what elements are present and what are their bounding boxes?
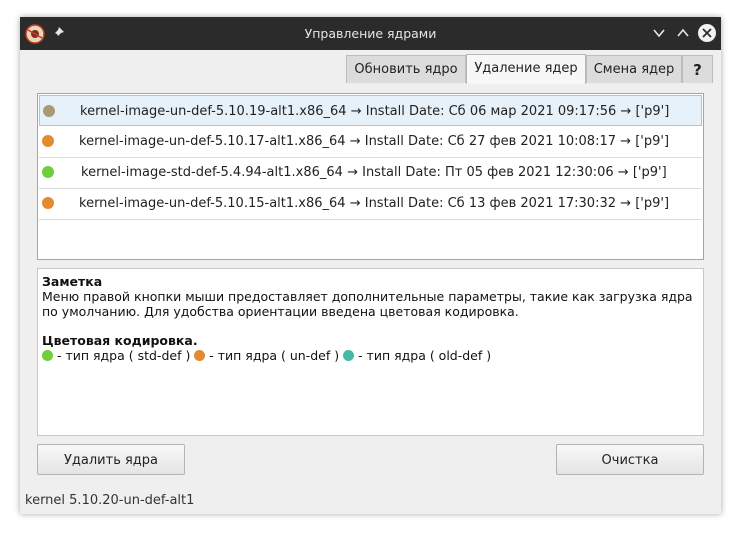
legend-std-def: - тип ядра ( std-def ): [53, 348, 195, 363]
install-date: Сб 13 фев 2021 17:30:32: [447, 196, 617, 211]
color-coding-heading: Цветовая кодировка.: [42, 333, 198, 348]
clean-button[interactable]: Очистка: [556, 444, 704, 475]
color-legend: - тип ядра ( std-def ) - тип ядра ( un-d…: [42, 348, 699, 363]
install-date-label: Install Date:: [364, 196, 444, 211]
kernel-repo: ['p9']: [632, 165, 667, 180]
note-panel: Заметка Меню правой кнопки мыши предоста…: [37, 268, 704, 436]
kernel-repo: ['p9']: [635, 134, 670, 149]
kernel-type-dot: [43, 105, 55, 117]
install-date: Пт 05 фев 2021 12:30:06: [444, 165, 614, 180]
legend-un-def: - тип ядра ( un-def ): [205, 348, 344, 363]
window-title: Управление ядрами: [304, 26, 437, 41]
std-def-dot: [42, 350, 53, 361]
kernel-type-dot: [42, 166, 54, 178]
tab-switch-kernel[interactable]: Смена ядер: [586, 55, 682, 83]
kernel-name: kernel-image-std-def-5.4.94-alt1.x86_64: [81, 165, 343, 180]
kernel-type-dot: [42, 197, 54, 209]
arrow: →: [349, 196, 361, 211]
close-icon[interactable]: [697, 23, 717, 43]
install-date: Сб 27 фев 2021 10:08:17: [447, 134, 617, 149]
install-date-label: Install Date:: [362, 165, 441, 180]
tab-help[interactable]: ?: [682, 55, 713, 83]
maximize-icon[interactable]: [674, 24, 692, 42]
tab-update-kernel[interactable]: Обновить ядро: [346, 55, 466, 83]
kernel-repo: ['p9']: [635, 104, 670, 119]
kernel-name: kernel-image-un-def-5.10.15-alt1.x86_64: [79, 196, 346, 211]
note-heading: Заметка: [42, 274, 103, 289]
note-text: Меню правой кнопки мыши предоставляет до…: [42, 289, 693, 319]
arrow: →: [350, 104, 362, 119]
kernel-manager-window: Управление ядрами Обновить ядро Удаление…: [20, 17, 721, 514]
install-date-label: Install Date:: [364, 134, 444, 149]
kernel-name: kernel-image-un-def-5.10.19-alt1.x86_64: [80, 104, 347, 119]
minimize-icon[interactable]: [650, 24, 668, 42]
install-date-label: Install Date:: [365, 104, 445, 119]
arrow: →: [349, 134, 361, 149]
arrow: →: [620, 196, 632, 211]
kernel-row[interactable]: kernel-image-un-def-5.10.15-alt1.x86_64 …: [39, 188, 702, 220]
arrow: →: [620, 134, 632, 149]
arrow: →: [617, 165, 629, 180]
kernel-row[interactable]: kernel-image-un-def-5.10.17-alt1.x86_64 …: [39, 126, 702, 158]
tab-remove-kernels[interactable]: Удаление ядер: [466, 54, 586, 84]
kernel-type-dot: [42, 135, 54, 147]
install-date: Сб 06 мар 2021 09:17:56: [448, 104, 617, 119]
kernel-list[interactable]: kernel-image-un-def-5.10.19-alt1.x86_64 …: [37, 93, 704, 260]
arrow: →: [347, 165, 358, 180]
old-def-dot: [343, 350, 355, 361]
kernel-row[interactable]: kernel-image-std-def-5.4.94-alt1.x86_64 …: [39, 157, 702, 189]
title-bar: Управление ядрами: [20, 17, 721, 50]
legend-old-def: - тип ядра ( old-def ): [354, 348, 492, 363]
un-def-dot: [194, 350, 206, 361]
arrow: →: [620, 104, 632, 119]
kernel-name: kernel-image-un-def-5.10.17-alt1.x86_64: [79, 134, 346, 149]
remove-kernels-button[interactable]: Удалить ядра: [37, 444, 185, 475]
status-bar: kernel 5.10.20-un-def-alt1: [25, 493, 195, 508]
kernel-row[interactable]: kernel-image-un-def-5.10.19-alt1.x86_64 …: [39, 95, 702, 126]
kernel-repo: ['p9']: [635, 196, 670, 211]
